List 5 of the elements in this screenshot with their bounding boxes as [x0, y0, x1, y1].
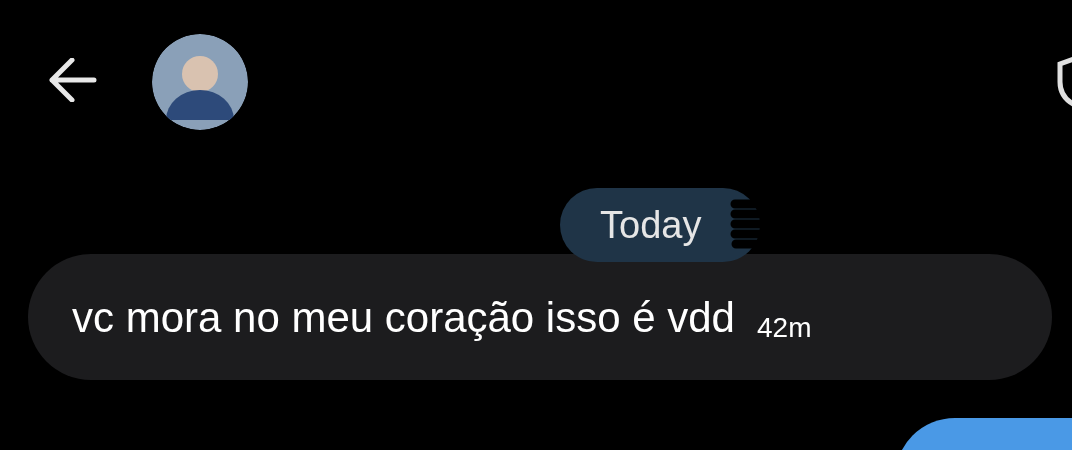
avatar[interactable]: [152, 34, 248, 130]
message-text: vc mora no meu coração isso é vdd: [72, 292, 735, 343]
back-icon[interactable]: [48, 58, 98, 102]
message-time: 42m: [757, 311, 812, 345]
scribble-drawing: [730, 198, 760, 250]
